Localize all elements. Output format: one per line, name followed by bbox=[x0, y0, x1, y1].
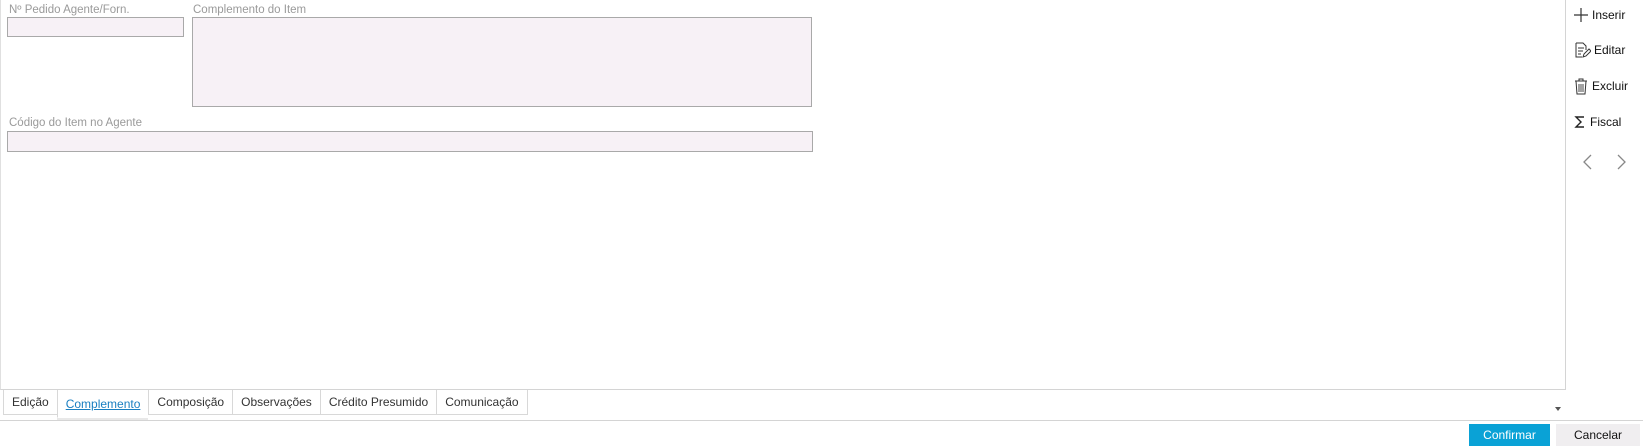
tab-edicao[interactable]: Edição bbox=[3, 390, 57, 415]
tab-label: Composição bbox=[157, 395, 225, 409]
plus-icon bbox=[1574, 8, 1588, 22]
confirm-button[interactable]: Confirmar bbox=[1469, 424, 1550, 446]
inserir-label: Inserir bbox=[1592, 8, 1626, 22]
sigma-icon bbox=[1574, 116, 1584, 128]
complemento-item-textarea[interactable] bbox=[192, 17, 812, 107]
fiscal-label: Fiscal bbox=[1590, 115, 1622, 129]
next-button[interactable] bbox=[1611, 152, 1631, 172]
tab-credito-presumido[interactable]: Crédito Presumido bbox=[319, 390, 437, 415]
tab-label: Comunicação bbox=[445, 395, 519, 409]
fiscal-button[interactable]: Fiscal bbox=[1573, 111, 1621, 133]
chevron-right-icon bbox=[1617, 154, 1626, 170]
tab-label: Crédito Presumido bbox=[328, 395, 429, 409]
cancel-button[interactable]: Cancelar bbox=[1556, 424, 1640, 446]
tab-label: Observações bbox=[241, 395, 312, 409]
complemento-item-label: Complemento do Item bbox=[193, 4, 307, 16]
chevron-left-icon bbox=[1583, 154, 1592, 170]
side-toolbar: Inserir Editar Excluir Fiscal bbox=[1567, 0, 1643, 420]
tab-complemento[interactable]: Complemento bbox=[56, 390, 149, 418]
inserir-button[interactable]: Inserir bbox=[1573, 4, 1625, 26]
excluir-button[interactable]: Excluir bbox=[1573, 75, 1628, 97]
footer-divider bbox=[0, 420, 1643, 421]
item-complement-dialog: Nº Pedido Agente/Forn. Complemento do It… bbox=[0, 0, 1643, 447]
tab-observacoes[interactable]: Observações bbox=[232, 390, 320, 415]
tab-composicao[interactable]: Composição bbox=[148, 390, 233, 415]
excluir-label: Excluir bbox=[1592, 79, 1629, 93]
tab-overflow-icon[interactable] bbox=[1553, 404, 1563, 414]
pedido-agente-input[interactable] bbox=[7, 17, 184, 37]
editar-button[interactable]: Editar bbox=[1573, 39, 1625, 61]
tab-label: Edição bbox=[12, 395, 49, 409]
edit-document-icon bbox=[1575, 42, 1591, 58]
tab-label: Complemento bbox=[65, 396, 141, 411]
trash-icon bbox=[1575, 78, 1587, 95]
codigo-item-agente-input[interactable] bbox=[7, 131, 813, 152]
form-panel: Nº Pedido Agente/Forn. Complemento do It… bbox=[0, 0, 1566, 390]
pedido-agente-label: Nº Pedido Agente/Forn. bbox=[9, 4, 130, 16]
codigo-item-agente-label: Código do Item no Agente bbox=[9, 117, 142, 129]
tab-comunicacao[interactable]: Comunicação bbox=[436, 390, 528, 415]
editar-label: Editar bbox=[1594, 43, 1626, 57]
previous-button[interactable] bbox=[1578, 152, 1598, 172]
tab-bar: Edição Complemento Composição Observaçõe… bbox=[3, 390, 528, 418]
